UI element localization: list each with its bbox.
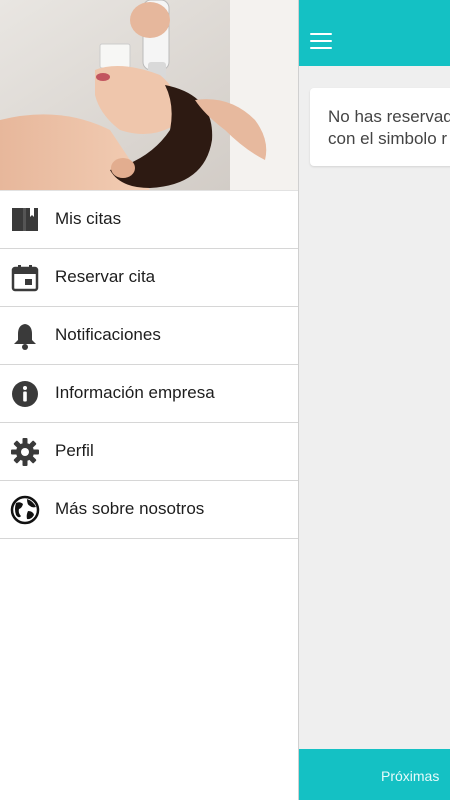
- menu-item-label: Perfil: [55, 441, 94, 460]
- drawer-header-photo: [0, 0, 298, 190]
- menu-item-label: Más sobre nosotros: [55, 499, 205, 518]
- navigation-drawer: Mis citas Reservar cita Notificaciones I…: [0, 0, 299, 800]
- bell-icon: [10, 321, 40, 351]
- empty-message-line2: con el simbolo r: [328, 129, 448, 148]
- empty-message-line1: No has reservad: [328, 107, 450, 126]
- menu-item-mas-sobre-nosotros[interactable]: Más sobre nosotros: [0, 481, 298, 539]
- globe-icon: [10, 495, 40, 525]
- menu-item-label: Información empresa: [55, 383, 215, 402]
- menu-item-informacion-empresa[interactable]: Información empresa: [0, 365, 298, 423]
- tab-proximas[interactable]: Próximas: [381, 768, 439, 784]
- menu-item-reservar-cita[interactable]: Reservar cita: [0, 249, 298, 307]
- menu-item-label: Notificaciones: [55, 325, 161, 344]
- book-icon: [10, 205, 40, 235]
- drawer-menu: Mis citas Reservar cita Notificaciones I…: [0, 190, 298, 539]
- menu-item-label: Reservar cita: [55, 267, 156, 286]
- empty-appointments-card: No has reservad con el simbolo r: [310, 88, 450, 166]
- menu-item-mis-citas[interactable]: Mis citas: [0, 190, 298, 249]
- info-icon: [10, 379, 40, 409]
- menu-item-perfil[interactable]: Perfil: [0, 423, 298, 481]
- menu-item-label: Mis citas: [55, 209, 122, 228]
- calendar-icon: [10, 263, 40, 293]
- menu-item-notificaciones[interactable]: Notificaciones: [0, 307, 298, 365]
- gear-icon: [10, 437, 40, 467]
- menu-icon[interactable]: [310, 33, 332, 49]
